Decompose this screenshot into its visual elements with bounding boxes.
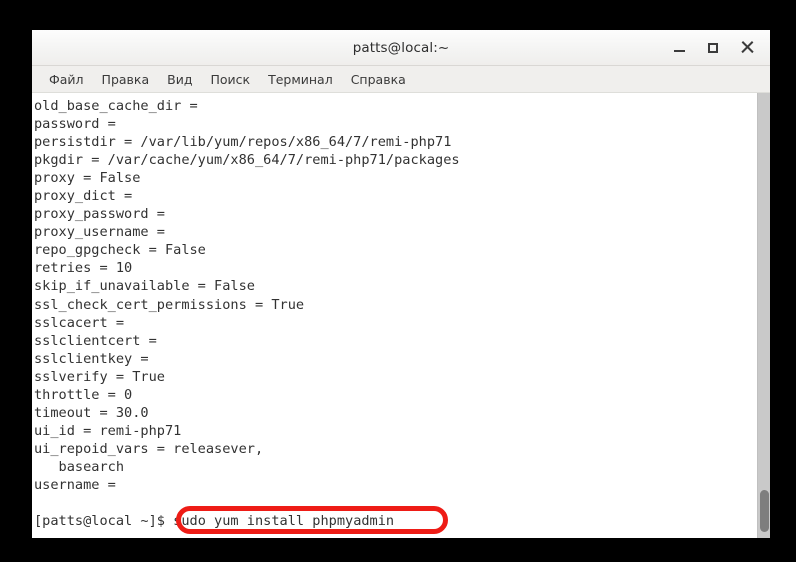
minimize-icon (673, 50, 685, 52)
terminal-line: proxy_username = (34, 224, 165, 241)
terminal-line: username = (34, 476, 116, 493)
terminal-line: pkgdir = /var/cache/yum/x86_64/7/remi-ph… (34, 152, 460, 169)
menu-item-help[interactable]: Справка (342, 69, 415, 90)
shell-prompt: [patts@local ~]$ (34, 513, 174, 530)
minimize-button[interactable] (662, 33, 696, 63)
maximize-icon (708, 42, 718, 53)
menu-item-file[interactable]: Файл (40, 69, 93, 90)
terminal-line: sslclientcert = (34, 332, 157, 349)
desktop-background: patts@local:~ Файл Правка Вид Поиск Терм… (0, 0, 796, 562)
terminal-line: ssl_check_cert_permissions = True (34, 296, 305, 313)
terminal-line: ui_id = remi-php71 (34, 422, 182, 439)
terminal-line: proxy = False (34, 170, 141, 187)
terminal-line: old_base_cache_dir = (34, 98, 198, 114)
command-input[interactable]: sudo yum install phpmyadmin (173, 512, 394, 530)
terminal-line: throttle = 0 (34, 386, 133, 403)
terminal-line: ui_repoid_vars = releasever, (34, 440, 264, 457)
window-title: patts@local:~ (352, 39, 450, 56)
terminal-line: repo_gpgcheck = False (34, 242, 206, 259)
menu-item-edit[interactable]: Правка (93, 69, 159, 90)
window-titlebar[interactable]: patts@local:~ (32, 30, 770, 66)
terminal-scrollbar[interactable] (757, 93, 770, 538)
window-controls (662, 30, 764, 65)
terminal-line: persistdir = /var/lib/yum/repos/x86_64/7… (34, 134, 452, 151)
terminal-line: basearch (34, 458, 125, 475)
terminal-area: old_base_cache_dir = password = persistdir… (32, 93, 770, 538)
menubar: Файл Правка Вид Поиск Терминал Справка (32, 66, 770, 93)
menu-item-terminal[interactable]: Терминал (259, 69, 342, 90)
terminal-line: sslverify = True (34, 368, 165, 385)
terminal-line: password = (34, 116, 116, 133)
maximize-button[interactable] (696, 33, 730, 63)
close-icon (741, 41, 754, 54)
terminal-window: patts@local:~ Файл Правка Вид Поиск Терм… (32, 30, 770, 538)
terminal-line: retries = 10 (34, 260, 133, 277)
close-button[interactable] (730, 33, 764, 63)
terminal-line: timeout = 30.0 (34, 404, 149, 421)
terminal-prompt-line[interactable]: [patts@local ~]$ sudo yum install phpmya… (32, 512, 757, 530)
terminal-line: proxy_dict = (34, 188, 133, 205)
terminal-output[interactable]: old_base_cache_dir = password = persistdir… (32, 93, 757, 538)
menu-item-search[interactable]: Поиск (201, 69, 259, 90)
terminal-line: proxy_password = (34, 206, 165, 223)
menu-item-view[interactable]: Вид (158, 69, 201, 90)
terminal-line: sslclientkey = (34, 350, 149, 367)
terminal-line: skip_if_unavailable = False (34, 278, 255, 295)
terminal-line: sslcacert = (34, 314, 125, 331)
scrollbar-thumb[interactable] (760, 490, 769, 532)
